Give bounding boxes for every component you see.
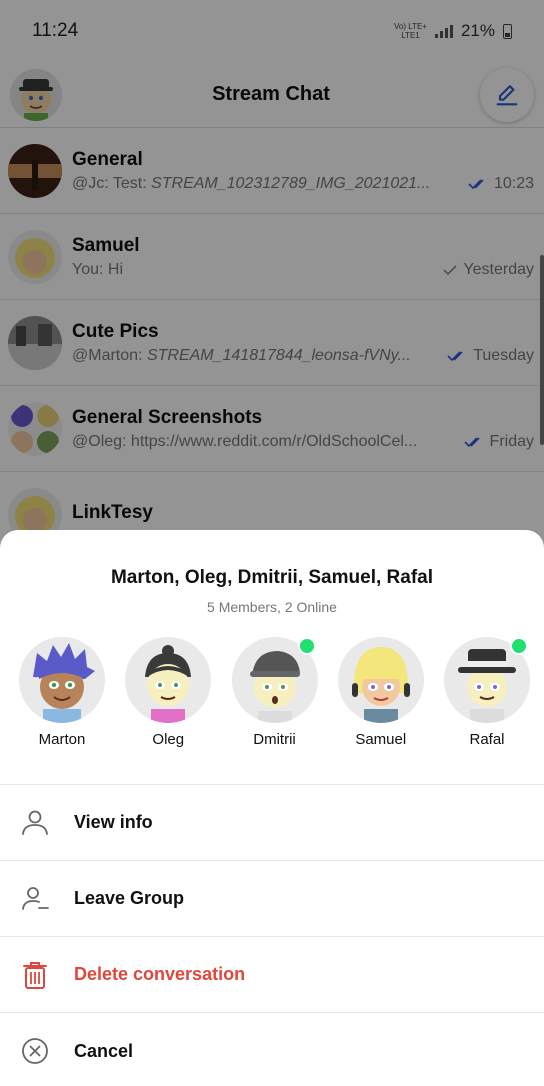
- person-minus-icon: [18, 882, 52, 916]
- delete-conversation-button[interactable]: Delete conversation: [0, 937, 544, 1013]
- sheet-title: Marton, Oleg, Dmitrii, Samuel, Rafal: [110, 567, 433, 588]
- member-item[interactable]: Rafal: [444, 637, 530, 749]
- member-item[interactable]: Samuel: [337, 637, 424, 749]
- member-avatar: [444, 637, 530, 723]
- member-name: Samuel: [355, 731, 407, 748]
- view-info-label: View info: [74, 812, 153, 832]
- delete-conversation-label: Delete conversation: [74, 964, 246, 984]
- trash-icon: [18, 958, 52, 992]
- cancel-button[interactable]: Cancel: [0, 1013, 544, 1086]
- members-row: Marton Oleg Dmitrii Samuel Rafal: [0, 637, 544, 749]
- member-name: Marton: [38, 731, 86, 748]
- member-name: Rafal: [469, 731, 505, 748]
- member-item[interactable]: Marton: [19, 637, 105, 749]
- person-icon: [18, 806, 52, 840]
- member-avatar: [231, 637, 318, 723]
- member-name: Dmitrii: [253, 731, 296, 748]
- member-item[interactable]: Oleg: [125, 637, 212, 749]
- leave-group-button[interactable]: Leave Group: [0, 861, 544, 937]
- member-avatar: [125, 637, 212, 723]
- leave-group-label: Leave Group: [74, 888, 185, 908]
- sheet-subtitle: 5 Members, 2 Online: [207, 599, 337, 615]
- scrollbar: [540, 255, 544, 445]
- member-avatar: [337, 637, 424, 723]
- actions-list: View info Leave Group Delete conversatio…: [0, 784, 544, 1086]
- online-indicator: [297, 637, 316, 655]
- close-circle-icon: [18, 1034, 52, 1068]
- cancel-label: Cancel: [74, 1040, 134, 1061]
- member-avatar: [19, 637, 105, 723]
- online-indicator: [510, 637, 528, 655]
- member-item[interactable]: Dmitrii: [231, 637, 318, 749]
- channel-actions-sheet: Marton, Oleg, Dmitrii, Samuel, Rafal 5 M…: [0, 530, 544, 1086]
- member-name: Oleg: [152, 731, 185, 748]
- view-info-button[interactable]: View info: [0, 785, 544, 861]
